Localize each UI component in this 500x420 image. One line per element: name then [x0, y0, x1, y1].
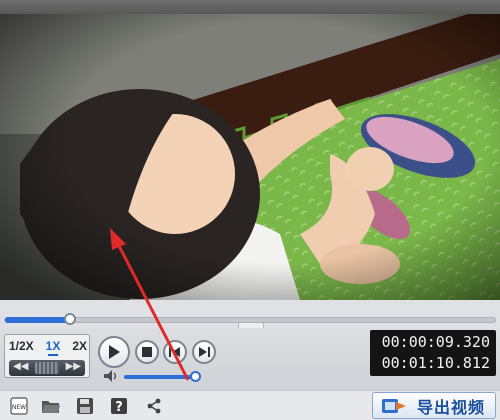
- previous-frame-icon: [169, 347, 180, 357]
- video-frame-image: [0, 14, 500, 300]
- current-time: 00:00:09.320: [381, 333, 490, 351]
- fast-forward-icon[interactable]: ▶▶: [66, 361, 81, 372]
- previous-frame-button[interactable]: [163, 340, 187, 364]
- rewind-icon[interactable]: ◀◀: [13, 361, 28, 372]
- help-button[interactable]: ?: [108, 395, 130, 417]
- new-icon-text: NEW: [12, 404, 26, 411]
- stop-button[interactable]: [135, 340, 159, 364]
- bottom-toolbar: NEW ? 导出视频: [0, 390, 500, 420]
- jog-grip[interactable]: [35, 362, 59, 374]
- speed-half-button[interactable]: 1/2X: [7, 339, 36, 355]
- svg-text:?: ?: [115, 400, 123, 414]
- share-button[interactable]: [143, 395, 165, 417]
- seek-thumb[interactable]: [64, 313, 77, 325]
- new-project-icon: NEW: [10, 397, 28, 415]
- speed-2x-button[interactable]: 2X: [70, 339, 89, 355]
- save-button[interactable]: [74, 395, 96, 417]
- play-icon: [109, 345, 120, 359]
- save-icon: [77, 398, 93, 414]
- open-folder-button[interactable]: [40, 395, 62, 417]
- title-bar: [0, 0, 500, 14]
- speed-selector: 1/2X 1X 2X ◀◀ ▶▶: [4, 334, 90, 378]
- next-frame-icon: [199, 347, 210, 357]
- new-project-button[interactable]: NEW: [8, 395, 30, 417]
- playback-controls: 1/2X 1X 2X ◀◀ ▶▶ 00:00:09.320 00:01:10.8…: [0, 328, 500, 390]
- next-frame-button[interactable]: [192, 340, 216, 364]
- jog-shuttle[interactable]: ◀◀ ▶▶: [9, 360, 85, 376]
- open-folder-icon: [42, 401, 60, 413]
- time-display: 00:00:09.320 00:01:10.812: [370, 330, 496, 376]
- video-editor-window: ⌄ 1/2X 1X 2X ◀◀ ▶▶: [0, 0, 500, 420]
- volume-thumb[interactable]: [190, 371, 202, 382]
- export-video-button[interactable]: 导出视频: [372, 392, 496, 419]
- export-video-label: 导出视频: [417, 399, 486, 417]
- volume-icon[interactable]: [104, 370, 120, 382]
- speed-1x-button[interactable]: 1X: [44, 339, 63, 355]
- speed-options: 1/2X 1X 2X: [7, 339, 89, 355]
- stop-icon: [142, 347, 152, 357]
- export-video-icon: [382, 398, 406, 413]
- video-preview[interactable]: [0, 14, 500, 300]
- seek-progress-fill: [5, 317, 72, 323]
- share-icon: [147, 398, 161, 414]
- help-icon: ?: [111, 398, 127, 414]
- total-time: 00:01:10.812: [381, 354, 490, 372]
- play-button[interactable]: [98, 336, 130, 368]
- volume-fill: [124, 375, 197, 379]
- volume-slider[interactable]: [124, 375, 200, 379]
